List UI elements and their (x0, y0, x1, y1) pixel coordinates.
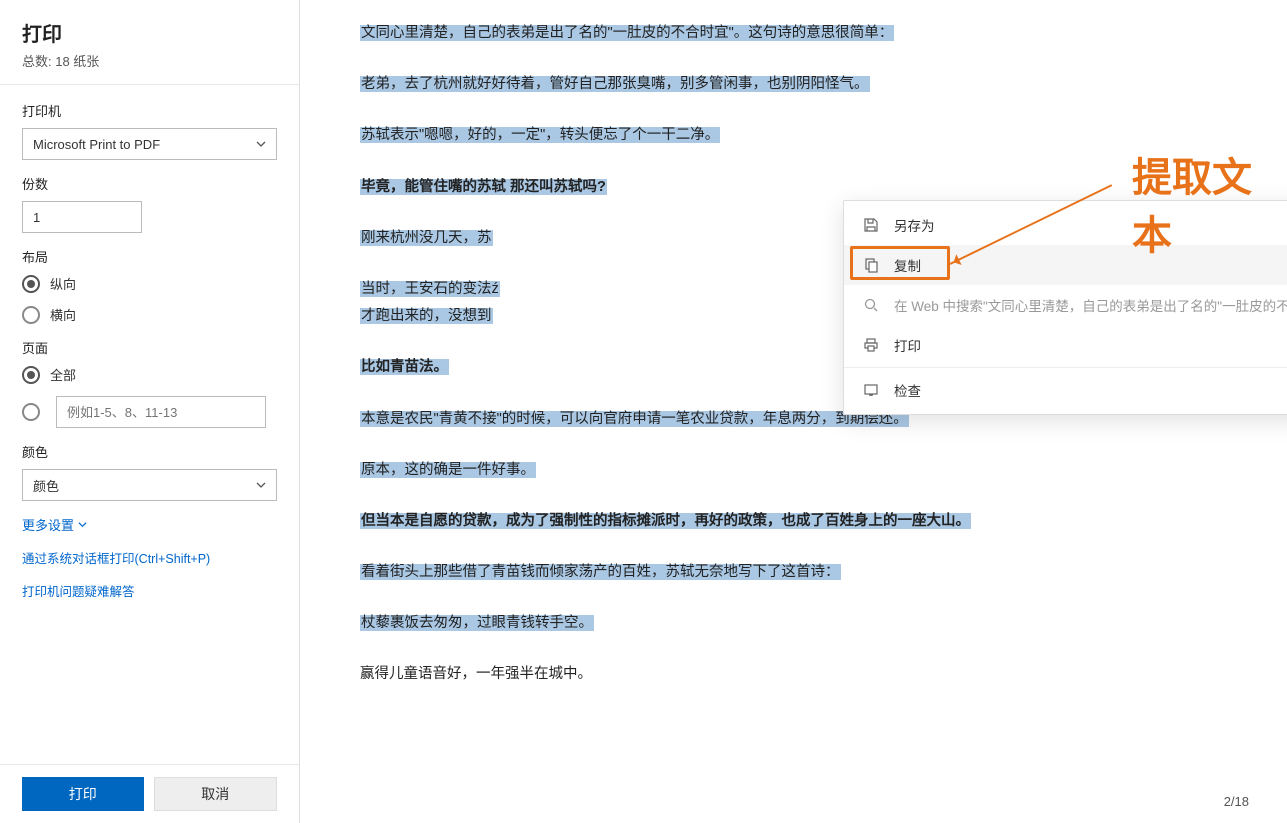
dialog-title: 打印 (22, 18, 277, 47)
doc-line: 文同心里清楚，自己的表弟是出了名的"一肚皮的不合时宜"。这句诗的意思很简单： (360, 22, 1287, 45)
system-dialog-link[interactable]: 通过系统对话框打印(Ctrl+Shift+P) (22, 548, 277, 567)
cancel-button[interactable]: 取消 (154, 777, 278, 811)
printer-value: Microsoft Print to PDF (33, 137, 160, 152)
copies-input[interactable] (22, 201, 142, 233)
doc-line: 杖藜裹饭去匆匆，过眼青钱转手空。 (360, 612, 1287, 635)
radio-icon (22, 275, 40, 293)
layout-portrait-option[interactable]: 纵向 (22, 274, 277, 293)
separator (844, 367, 1287, 368)
print-button[interactable]: 打印 (22, 777, 144, 811)
color-select[interactable]: 颜色 (22, 469, 277, 501)
ctx-inspect[interactable]: 检查 Ctrl+Shift+I (844, 370, 1287, 410)
color-section-label: 颜色 (22, 442, 277, 461)
doc-line: 但当本是自愿的贷款，成为了强制性的指标摊派时，再好的政策，也成了百姓身上的一座大… (360, 510, 1287, 533)
ctx-search[interactable]: 在 Web 中搜索"文同心里清楚，自己的表弟是出了名的"一肚皮的不合时宜"。这句… (844, 285, 1287, 325)
pages-range-option[interactable] (22, 396, 277, 428)
troubleshoot-link[interactable]: 打印机问题疑难解答 (22, 581, 277, 600)
doc-line: 原本，这的确是一件好事。 (360, 459, 1287, 482)
page-indicator: 2/18 (1224, 794, 1249, 809)
doc-line: 看着街头上那些借了青苗钱而倾家荡产的百姓，苏轼无奈地写下了这首诗： (360, 561, 1287, 584)
copy-icon (862, 256, 880, 274)
page-count: 总数: 18 纸张 (22, 51, 277, 70)
inspect-icon (862, 381, 880, 399)
radio-icon (22, 403, 40, 421)
layout-section-label: 布局 (22, 247, 277, 266)
copies-section-label: 份数 (22, 174, 277, 193)
print-icon (862, 336, 880, 354)
doc-line: 赢得儿童语音好，一年强半在城中。 (360, 663, 1287, 686)
pages-all-option[interactable]: 全部 (22, 365, 277, 384)
pages-section-label: 页面 (22, 338, 277, 357)
search-icon (862, 296, 880, 314)
save-icon (862, 216, 880, 234)
layout-landscape-option[interactable]: 横向 (22, 305, 277, 324)
annotation-text: 提取文本 (1132, 145, 1287, 261)
ctx-print[interactable]: 打印 Ctrl+P (844, 325, 1287, 365)
print-preview: 文同心里清楚，自己的表弟是出了名的"一肚皮的不合时宜"。这句诗的意思很简单： 老… (300, 0, 1287, 823)
radio-icon (22, 306, 40, 324)
chevron-down-icon (256, 480, 266, 490)
print-sidebar: ? 打印 总数: 18 纸张 打印机 Microsoft Print to PD… (0, 0, 300, 823)
more-settings-link[interactable]: 更多设置 (22, 515, 87, 534)
printer-section-label: 打印机 (22, 101, 277, 120)
chevron-down-icon (256, 139, 266, 149)
pages-range-input[interactable] (56, 396, 266, 428)
color-value: 颜色 (33, 476, 59, 495)
radio-icon (22, 366, 40, 384)
printer-select[interactable]: Microsoft Print to PDF (22, 128, 277, 160)
chevron-down-icon (78, 520, 87, 529)
doc-line: 老弟，去了杭州就好好待着，管好自己那张臭嘴，别多管闲事，也别阴阳怪气。 (360, 73, 1287, 96)
